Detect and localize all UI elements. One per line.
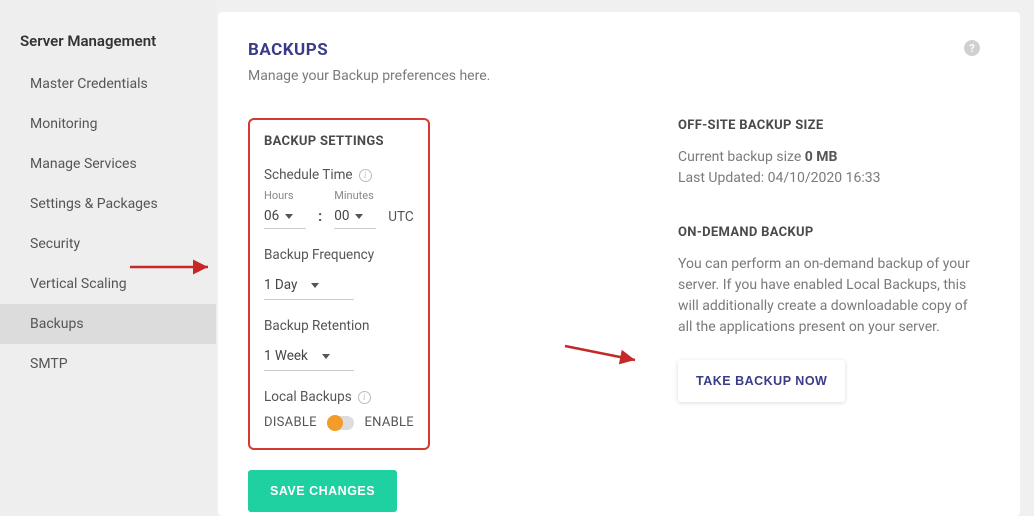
time-colon: : xyxy=(318,207,322,229)
local-backups-label: Local Backups i xyxy=(264,389,414,405)
toggle-knob xyxy=(327,415,343,431)
local-backups-toggle[interactable] xyxy=(327,416,355,430)
sidebar-item-settings-packages[interactable]: Settings & Packages xyxy=(0,184,216,224)
schedule-time-text: Schedule Time xyxy=(264,167,353,183)
minutes-label: Minutes xyxy=(334,189,376,202)
enable-label: ENABLE xyxy=(364,415,414,430)
right-column: OFF-SITE BACKUP SIZE Current backup size… xyxy=(618,118,980,512)
caret-down-icon xyxy=(285,214,293,219)
save-changes-button[interactable]: SAVE CHANGES xyxy=(248,470,397,512)
left-column: BACKUP SETTINGS Schedule Time i Hours 06 xyxy=(248,118,618,512)
offsite-updated-prefix: Last Updated: xyxy=(678,170,768,186)
caret-down-icon xyxy=(311,283,319,288)
disable-label: DISABLE xyxy=(264,415,317,430)
hours-value: 06 xyxy=(264,208,279,224)
sidebar-item-vertical-scaling[interactable]: Vertical Scaling xyxy=(0,264,216,304)
hours-select[interactable]: 06 xyxy=(264,206,306,229)
hours-label: Hours xyxy=(264,189,306,202)
retention-select[interactable]: 1 Week xyxy=(264,342,354,371)
offsite-size-prefix: Current backup size xyxy=(678,149,805,165)
ondemand-heading: ON-DEMAND BACKUP xyxy=(678,225,980,240)
local-backups-text: Local Backups xyxy=(264,389,352,405)
page-subtitle: Manage your Backup preferences here. xyxy=(248,68,490,84)
ondemand-desc: You can perform an on-demand backup of y… xyxy=(678,254,980,338)
frequency-select[interactable]: 1 Day xyxy=(264,271,354,300)
sidebar: Server Management Master Credentials Mon… xyxy=(0,0,216,516)
content: BACKUPS Manage your Backup preferences h… xyxy=(216,0,1034,516)
info-icon[interactable]: i xyxy=(359,169,372,182)
sidebar-item-master-credentials[interactable]: Master Credentials xyxy=(0,64,216,104)
sidebar-item-backups[interactable]: Backups xyxy=(0,304,216,344)
page-title: BACKUPS xyxy=(248,40,490,60)
backup-settings-box: BACKUP SETTINGS Schedule Time i Hours 06 xyxy=(248,118,430,450)
frequency-value: 1 Day xyxy=(264,277,297,293)
frequency-label: Backup Frequency xyxy=(264,247,414,263)
sidebar-heading: Server Management xyxy=(0,28,216,64)
sidebar-item-monitoring[interactable]: Monitoring xyxy=(0,104,216,144)
take-backup-now-button[interactable]: TAKE BACKUP NOW xyxy=(678,360,845,402)
minutes-value: 00 xyxy=(334,208,349,224)
offsite-heading: OFF-SITE BACKUP SIZE xyxy=(678,118,980,133)
caret-down-icon xyxy=(322,354,330,359)
help-icon[interactable]: ? xyxy=(964,40,980,56)
offsite-size-value: 0 MB xyxy=(805,149,838,165)
sidebar-item-manage-services[interactable]: Manage Services xyxy=(0,144,216,184)
caret-down-icon xyxy=(355,214,363,219)
card: BACKUPS Manage your Backup preferences h… xyxy=(218,12,1020,516)
retention-label: Backup Retention xyxy=(264,318,414,334)
timezone-label: UTC xyxy=(388,209,413,229)
offsite-updated-value: 04/10/2020 16:33 xyxy=(768,170,881,186)
backup-settings-heading: BACKUP SETTINGS xyxy=(264,134,414,149)
sidebar-item-smtp[interactable]: SMTP xyxy=(0,344,216,384)
info-icon[interactable]: i xyxy=(358,391,371,404)
retention-value: 1 Week xyxy=(264,348,308,364)
minutes-select[interactable]: 00 xyxy=(334,206,376,229)
schedule-time-label: Schedule Time i xyxy=(264,167,414,183)
offsite-size-line: Current backup size 0 MB Last Updated: 0… xyxy=(678,147,980,189)
sidebar-item-security[interactable]: Security xyxy=(0,224,216,264)
